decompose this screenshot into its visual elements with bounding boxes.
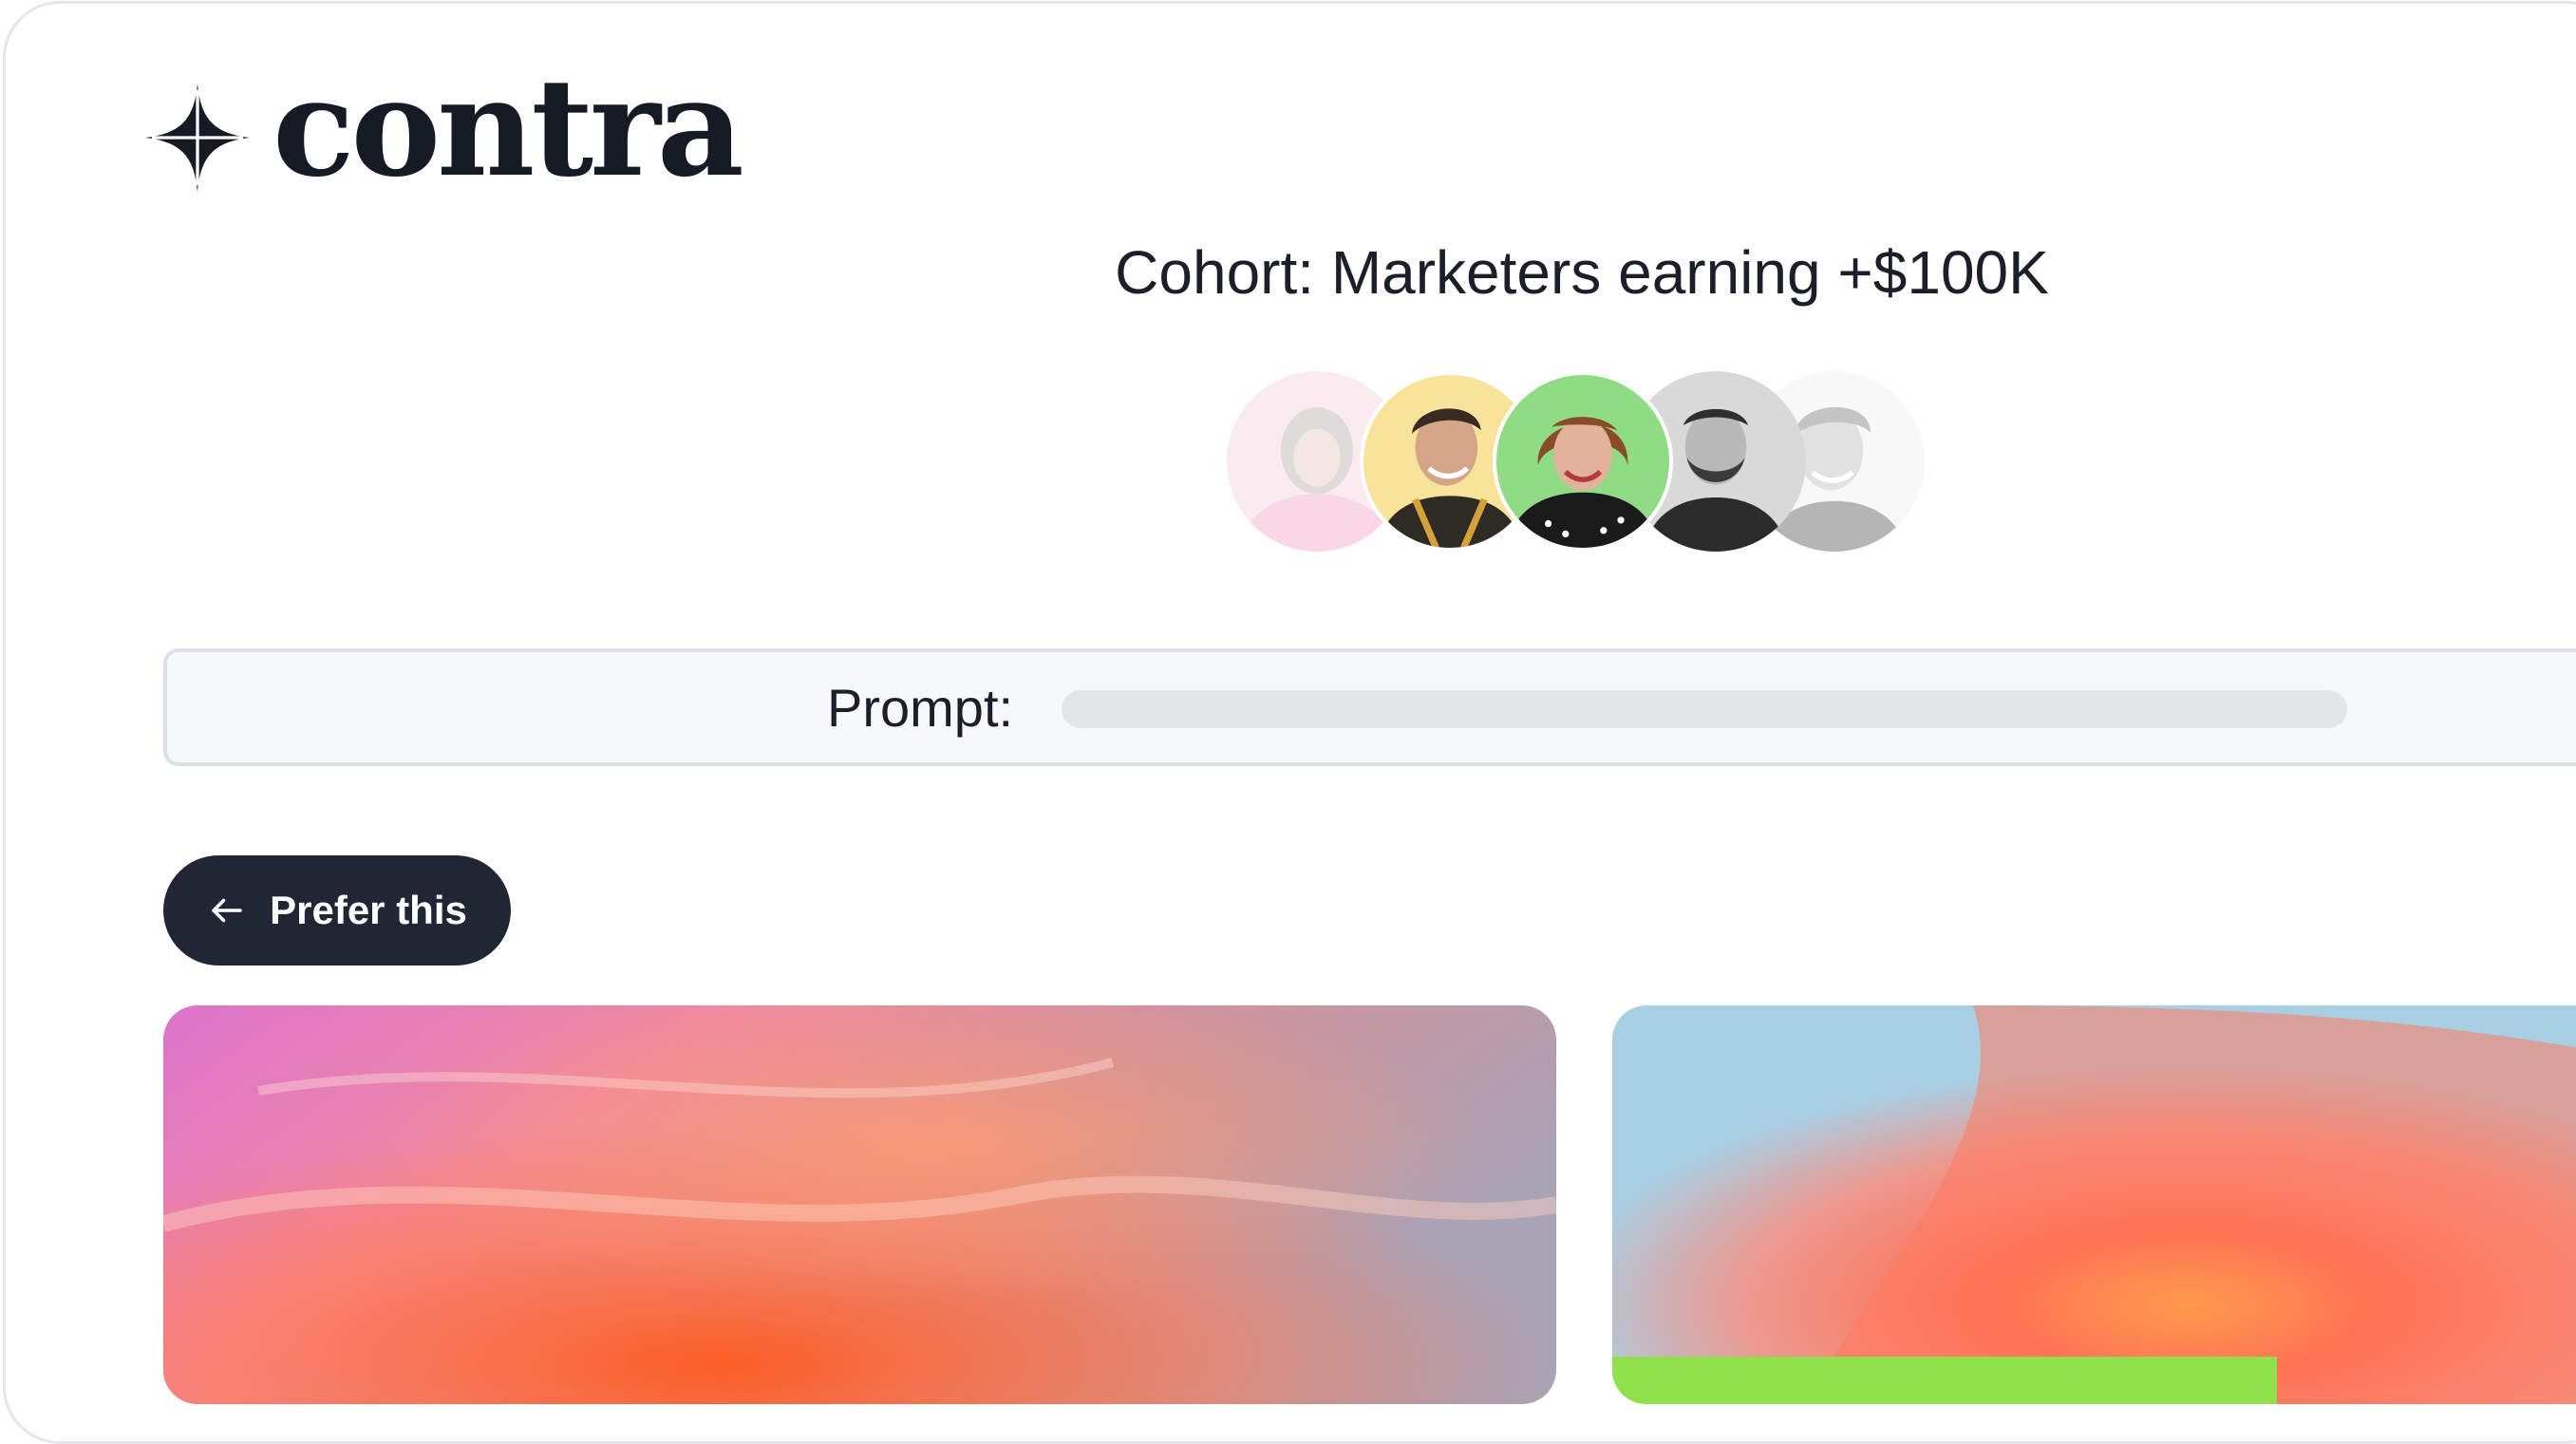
prefer-this-button[interactable]: Prefer this (163, 855, 511, 966)
cohort-title: Cohort: Marketers earning +$100K (1115, 238, 2049, 307)
prompt-label: Prompt: (827, 678, 1014, 738)
prefer-this-label: Prefer this (270, 888, 467, 932)
image-option-right[interactable] (1612, 1005, 2576, 1404)
avatar (1493, 371, 1673, 552)
brand-wordmark: contra (273, 49, 744, 207)
contra-logo[interactable]: contra (145, 61, 744, 199)
avatar-group (1227, 371, 1929, 557)
sparkle-star-icon (145, 84, 250, 192)
prompt-bar: Prompt: (163, 648, 2576, 766)
image-option-left[interactable] (163, 1005, 1556, 1404)
arrow-left-icon (212, 898, 242, 923)
prompt-text-placeholder (1062, 690, 2347, 728)
